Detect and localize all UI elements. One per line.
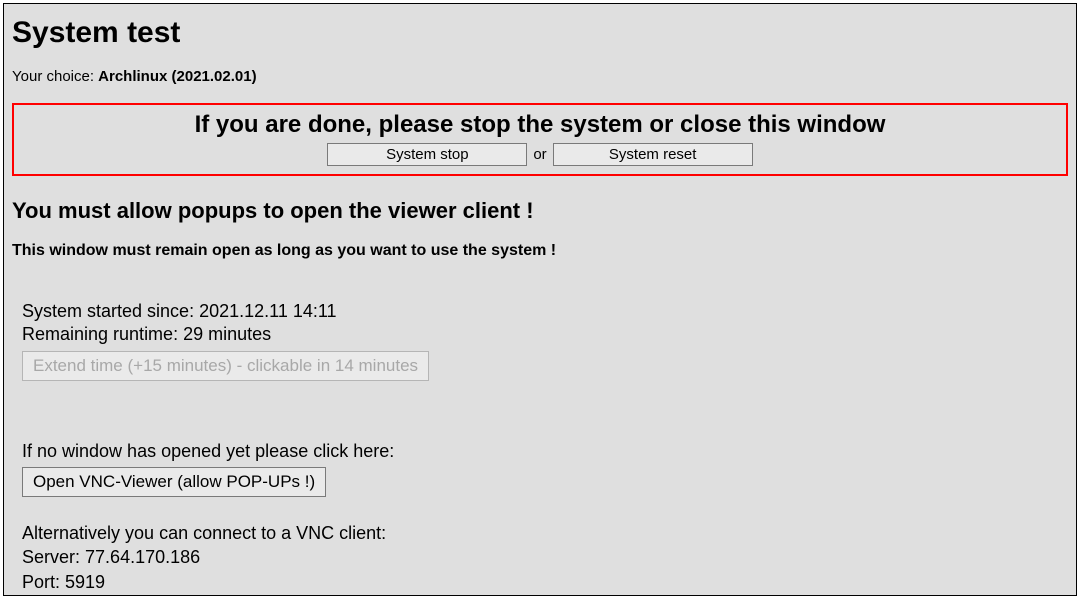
port-line: Port: 5919 [22,570,1068,594]
server-line: Server: 77.64.170.186 [22,545,1068,569]
popup-warning: You must allow popups to open the viewer… [12,198,1068,224]
system-reset-button[interactable]: System reset [553,143,753,166]
no-window-text: If no window has opened yet please click… [22,439,1068,463]
done-heading: If you are done, please stop the system … [14,111,1066,139]
done-box: If you are done, please stop the system … [12,103,1068,176]
done-controls: System stop or System reset [14,143,1066,166]
choice-value: Archlinux (2021.02.01) [98,68,256,85]
main-container: System test Your choice: Archlinux (2021… [3,3,1077,596]
extend-time-button: Extend time (+15 minutes) - clickable in… [22,351,429,381]
open-vnc-viewer-button[interactable]: Open VNC-Viewer (allow POP-UPs !) [22,467,326,497]
alt-connect-text: Alternatively you can connect to a VNC c… [22,521,1068,545]
remaining-value: 29 minutes [183,324,271,344]
vnc-block: If no window has opened yet please click… [22,439,1068,594]
remaining-label: Remaining runtime: [22,324,183,344]
started-label: System started since: [22,301,199,321]
stay-open-warning: This window must remain open as long as … [12,242,1068,260]
status-block: System started since: 2021.12.11 14:11 R… [22,300,1068,381]
port-value: 5919 [65,572,105,592]
port-label: Port: [22,572,65,592]
started-line: System started since: 2021.12.11 14:11 [22,300,1068,323]
choice-label: Your choice: [12,68,98,85]
choice-line: Your choice: Archlinux (2021.02.01) [12,68,1068,85]
started-value: 2021.12.11 14:11 [199,301,336,321]
server-label: Server: [22,547,85,567]
or-separator: or [533,146,546,163]
page-title: System test [12,16,1068,50]
remaining-line: Remaining runtime: 29 minutes [22,323,1068,346]
system-stop-button[interactable]: System stop [327,143,527,166]
server-value: 77.64.170.186 [85,547,200,567]
